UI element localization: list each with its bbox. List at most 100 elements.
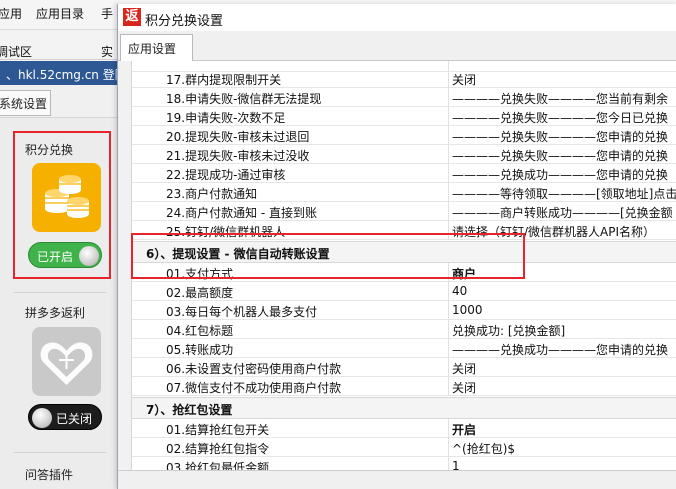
column-divider xyxy=(448,202,449,221)
setting-name: 01.结算抢红包开关 xyxy=(166,423,270,437)
setting-value[interactable]: ————兑换失败————您今日已兑换 xyxy=(452,109,668,126)
pinduoduo-icon[interactable] xyxy=(32,327,101,396)
login-url-text: 、hkl.52cmg.cn 登陆 xyxy=(6,68,127,82)
column-divider xyxy=(448,126,449,145)
coins-icon[interactable] xyxy=(32,163,101,232)
setting-name: 21.提现失败-审核未过没收 xyxy=(166,149,310,163)
setting-name: 05.转账成功 xyxy=(166,343,234,357)
column-divider xyxy=(448,164,449,183)
settings-row[interactable]: 03.抢红包最低金额 1 xyxy=(132,457,676,471)
property-grid-gutter xyxy=(118,61,132,471)
settings-row[interactable]: 04.红包标题 兑换成功: [兑换金额] xyxy=(132,320,676,339)
column-divider xyxy=(448,301,449,320)
setting-value[interactable]: ————兑换失败————您当前有剩余 xyxy=(452,90,668,107)
setting-value[interactable]: 商户 xyxy=(452,265,476,282)
settings-row[interactable]: 17.群内提现限制开关 关闭 xyxy=(132,69,676,88)
settings-row[interactable]: 20.提现失败-审核未过退回 ————兑换失败————您申请的兑换 xyxy=(132,126,676,145)
setting-name: 20.提现失败-审核未过退回 xyxy=(166,130,310,144)
dialog-title: 积分兑换设置 xyxy=(145,14,224,29)
setting-value[interactable]: 请选择（钉钉/微信群机器人API名称） xyxy=(452,223,655,240)
plugin-divider xyxy=(14,452,106,453)
setting-value[interactable]: 关闭 xyxy=(452,379,476,396)
secondary-bar-item[interactable]: 实 xyxy=(101,43,113,60)
column-divider xyxy=(448,320,449,339)
setting-name: 03.每日每个机器人最多支付 xyxy=(166,305,318,319)
setting-value[interactable]: 开启 xyxy=(452,421,476,438)
column-divider xyxy=(448,107,449,126)
background-tab-row: 系统设置 xyxy=(0,85,118,117)
column-divider xyxy=(448,88,449,107)
settings-row[interactable]: 25.钉钉/微信群机器人 请选择（钉钉/微信群机器人API名称） xyxy=(132,221,676,240)
column-divider xyxy=(448,457,449,471)
setting-name: 23.商户付款通知 xyxy=(166,187,258,201)
setting-value[interactable]: ————兑换成功————您申请的兑换 xyxy=(452,341,668,358)
setting-value[interactable]: ————等待领取————[领取地址]点击 xyxy=(452,185,676,202)
settings-row[interactable]: 24.商户付款通知 - 直接到账 ————商户转账成功————[兑换金额 xyxy=(132,202,676,221)
setting-value[interactable]: 40 xyxy=(452,284,467,298)
plugin-toggle-disabled[interactable]: 已关闭 xyxy=(28,404,102,430)
setting-name: 02.结算抢红包指令 xyxy=(166,442,270,456)
setting-value[interactable]: ^(抢红包)$ xyxy=(452,440,515,457)
column-divider xyxy=(448,183,449,202)
settings-section-header[interactable]: 6）、提现设置 - 微信自动转账设置 xyxy=(132,241,676,263)
plugin-divider xyxy=(14,292,106,293)
settings-row[interactable]: 07.微信支付不成功使用商户付款 关闭 xyxy=(132,377,676,396)
settings-row[interactable]: 23.商户付款通知 ————等待领取————[领取地址]点击 xyxy=(132,183,676,202)
settings-row[interactable]: 22.提现成功-通过审核 ————兑换成功————您申请的兑换 xyxy=(132,164,676,183)
column-divider xyxy=(448,377,449,396)
setting-value[interactable]: 兑换成功: [兑换金额] xyxy=(452,322,565,339)
setting-name: 07.微信支付不成功使用商户付款 xyxy=(166,381,342,395)
dialog-tab-strip: 应用设置 xyxy=(118,31,676,61)
setting-value[interactable]: ————兑换失败————您申请的兑换 xyxy=(452,147,668,164)
setting-value[interactable]: ————商户转账成功————[兑换金额 xyxy=(452,204,673,221)
menu-item-more[interactable]: 手 xyxy=(101,5,113,22)
section-title: 7）、抢红包设置 xyxy=(146,403,233,417)
settings-row[interactable]: 03.每日每个机器人最多支付 1000 xyxy=(132,301,676,320)
points-exchange-settings-dialog: 返 积分兑换设置 应用设置 17.群内提现限制开关 关闭 18.申请失败-微信群无法… xyxy=(117,4,676,489)
settings-row[interactable]: 02.结算抢红包指令 ^(抢红包)$ xyxy=(132,438,676,457)
settings-row[interactable]: 05.转账成功 ————兑换成功————您申请的兑换 xyxy=(132,339,676,358)
settings-property-grid: 17.群内提现限制开关 关闭 18.申请失败-微信群无法提现 ————兑换失败————… xyxy=(118,61,676,471)
tab-system-settings[interactable]: 系统设置 xyxy=(0,90,51,116)
setting-name: 24.商户付款通知 - 直接到账 xyxy=(166,206,318,220)
menu-item-apps[interactable]: 信应用 xyxy=(0,5,22,22)
plugin-title-qa: 问答插件 xyxy=(25,468,74,482)
setting-name: 19.申请失败-次数不足 xyxy=(166,111,286,125)
setting-value[interactable]: 关闭 xyxy=(452,360,476,377)
plugin-toggle-enabled[interactable]: 已开启 xyxy=(28,242,102,268)
setting-name: 17.群内提现限制开关 xyxy=(166,73,282,87)
column-divider xyxy=(448,221,449,240)
setting-name: 02.最高额度 xyxy=(166,286,234,300)
setting-value[interactable]: 1000 xyxy=(452,303,483,317)
debug-area-label[interactable]: 调试区 xyxy=(0,43,32,60)
dialog-titlebar: 返 积分兑换设置 xyxy=(118,4,676,31)
toggle-knob xyxy=(79,246,99,266)
setting-name: 25.钉钉/微信群机器人 xyxy=(166,225,286,239)
column-divider xyxy=(448,419,449,438)
settings-row[interactable]: 18.申请失败-微信群无法提现 ————兑换失败————您当前有剩余 xyxy=(132,88,676,107)
tab-app-settings[interactable]: 应用设置 xyxy=(120,34,193,61)
toggle-knob xyxy=(32,408,52,428)
setting-value[interactable]: ————兑换失败————您申请的兑换 xyxy=(452,128,668,145)
settings-row[interactable]: 01.结算抢红包开关 开启 xyxy=(132,419,676,438)
settings-section-header[interactable]: 7）、抢红包设置 xyxy=(132,397,676,419)
setting-name: 01.支付方式 xyxy=(166,267,234,281)
setting-name: 18.申请失败-微信群无法提现 xyxy=(166,92,322,106)
toggle-off-label: 已关闭 xyxy=(56,412,93,426)
column-divider xyxy=(448,282,449,301)
setting-value[interactable]: 关闭 xyxy=(452,71,476,88)
settings-row[interactable]: 06.未设置支付密码使用商户付款 关闭 xyxy=(132,358,676,377)
app-logo-icon: 返 xyxy=(123,8,141,26)
plugin-title-points-exchange: 积分兑换 xyxy=(25,143,74,157)
toggle-on-label: 已开启 xyxy=(37,250,74,264)
settings-row[interactable]: 19.申请失败-次数不足 ————兑换失败————您今日已兑换 xyxy=(132,107,676,126)
setting-name: 06.未设置支付密码使用商户付款 xyxy=(166,362,342,376)
menu-item-app-directory[interactable]: 应用目录 xyxy=(36,5,84,22)
settings-row[interactable]: 01.支付方式 商户 xyxy=(132,263,676,282)
settings-row[interactable]: 02.最高额度 40 xyxy=(132,282,676,301)
section-title: 6）、提现设置 - 微信自动转账设置 xyxy=(146,247,330,261)
column-divider xyxy=(448,438,449,457)
settings-row[interactable]: 21.提现失败-审核未过没收 ————兑换失败————您申请的兑换 xyxy=(132,145,676,164)
setting-value[interactable]: ————兑换成功————您申请的兑换 xyxy=(452,166,668,183)
plugin-title-pdd-rebate: 拼多多返利 xyxy=(25,306,86,320)
